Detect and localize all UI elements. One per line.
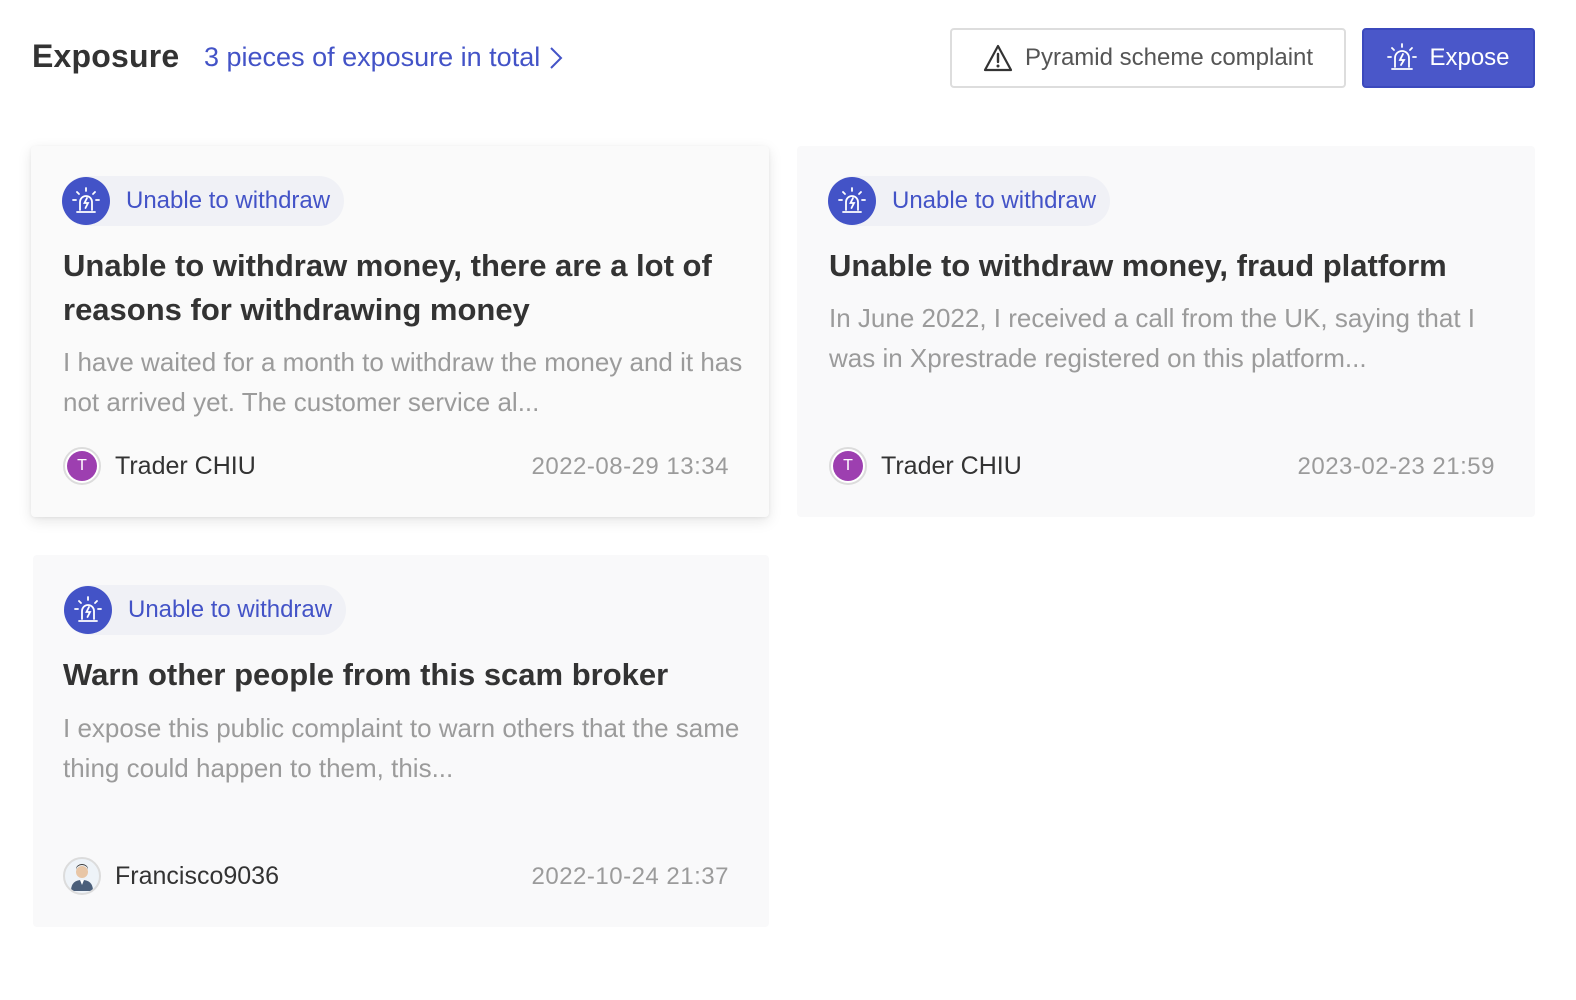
avatar: T xyxy=(829,447,867,485)
card-author[interactable]: Francisco9036 xyxy=(63,856,279,896)
card-author[interactable]: T Trader CHIU xyxy=(829,446,1022,486)
siren-alarm-icon xyxy=(828,177,876,225)
category-tag-label: Unable to withdraw xyxy=(892,187,1097,214)
card-author[interactable]: T Trader CHIU xyxy=(63,446,256,486)
avatar: T xyxy=(63,447,101,485)
card-title: Warn other people from this scam broker xyxy=(63,657,669,692)
exposure-header: Exposure 3 pieces of exposure in total P… xyxy=(0,0,1576,120)
category-tag: Unable to withdraw xyxy=(62,176,345,226)
author-name: Trader CHIU xyxy=(115,451,256,480)
card-description: I have waited for a month to withdraw th… xyxy=(63,347,743,417)
siren-alarm-icon xyxy=(1387,43,1418,73)
card-date: 2023-02-23 21:59 xyxy=(1297,453,1495,480)
pyramid-scheme-complaint-button[interactable]: Pyramid scheme complaint xyxy=(950,28,1346,88)
card-title: Unable to withdraw money, there are a lo… xyxy=(63,248,712,327)
author-name: Trader CHIU xyxy=(881,451,1022,480)
siren-alarm-icon xyxy=(62,177,110,225)
user-avatar-icon xyxy=(63,857,101,895)
author-name: Francisco9036 xyxy=(115,861,279,890)
card-description: I expose this public complaint to warn o… xyxy=(63,713,740,783)
category-tag-label: Unable to withdraw xyxy=(126,187,331,214)
chevron-right-icon xyxy=(548,45,564,71)
warning-triangle-icon xyxy=(983,44,1013,72)
expose-button[interactable]: Expose xyxy=(1362,28,1535,88)
exposure-card[interactable]: Unable to withdraw Unable to withdraw mo… xyxy=(31,146,769,517)
expose-button-label: Expose xyxy=(1429,44,1510,71)
avatar-letter: T xyxy=(67,451,97,481)
total-exposure-label: 3 pieces of exposure in total xyxy=(204,42,541,72)
exposure-page: Exposure 3 pieces of exposure in total P… xyxy=(0,0,1576,1000)
avatar-letter: T xyxy=(833,451,863,481)
exposure-card[interactable]: Unable to withdraw Warn other people fro… xyxy=(33,555,769,927)
card-date: 2022-08-29 13:34 xyxy=(531,453,729,480)
category-tag-label: Unable to withdraw xyxy=(128,596,333,623)
complaint-button-label: Pyramid scheme complaint xyxy=(1024,44,1314,71)
total-exposure-link[interactable]: 3 pieces of exposure in total xyxy=(204,42,564,73)
category-tag: Unable to withdraw xyxy=(64,585,347,635)
card-description: In June 2022, I received a call from the… xyxy=(829,303,1476,373)
exposure-card[interactable]: Unable to withdraw Unable to withdraw mo… xyxy=(797,146,1535,517)
siren-alarm-icon xyxy=(64,586,112,634)
card-date: 2022-10-24 21:37 xyxy=(531,863,729,890)
page-title: Exposure xyxy=(32,38,180,74)
card-title: Unable to withdraw money, fraud platform xyxy=(829,248,1447,283)
category-tag: Unable to withdraw xyxy=(828,176,1111,226)
